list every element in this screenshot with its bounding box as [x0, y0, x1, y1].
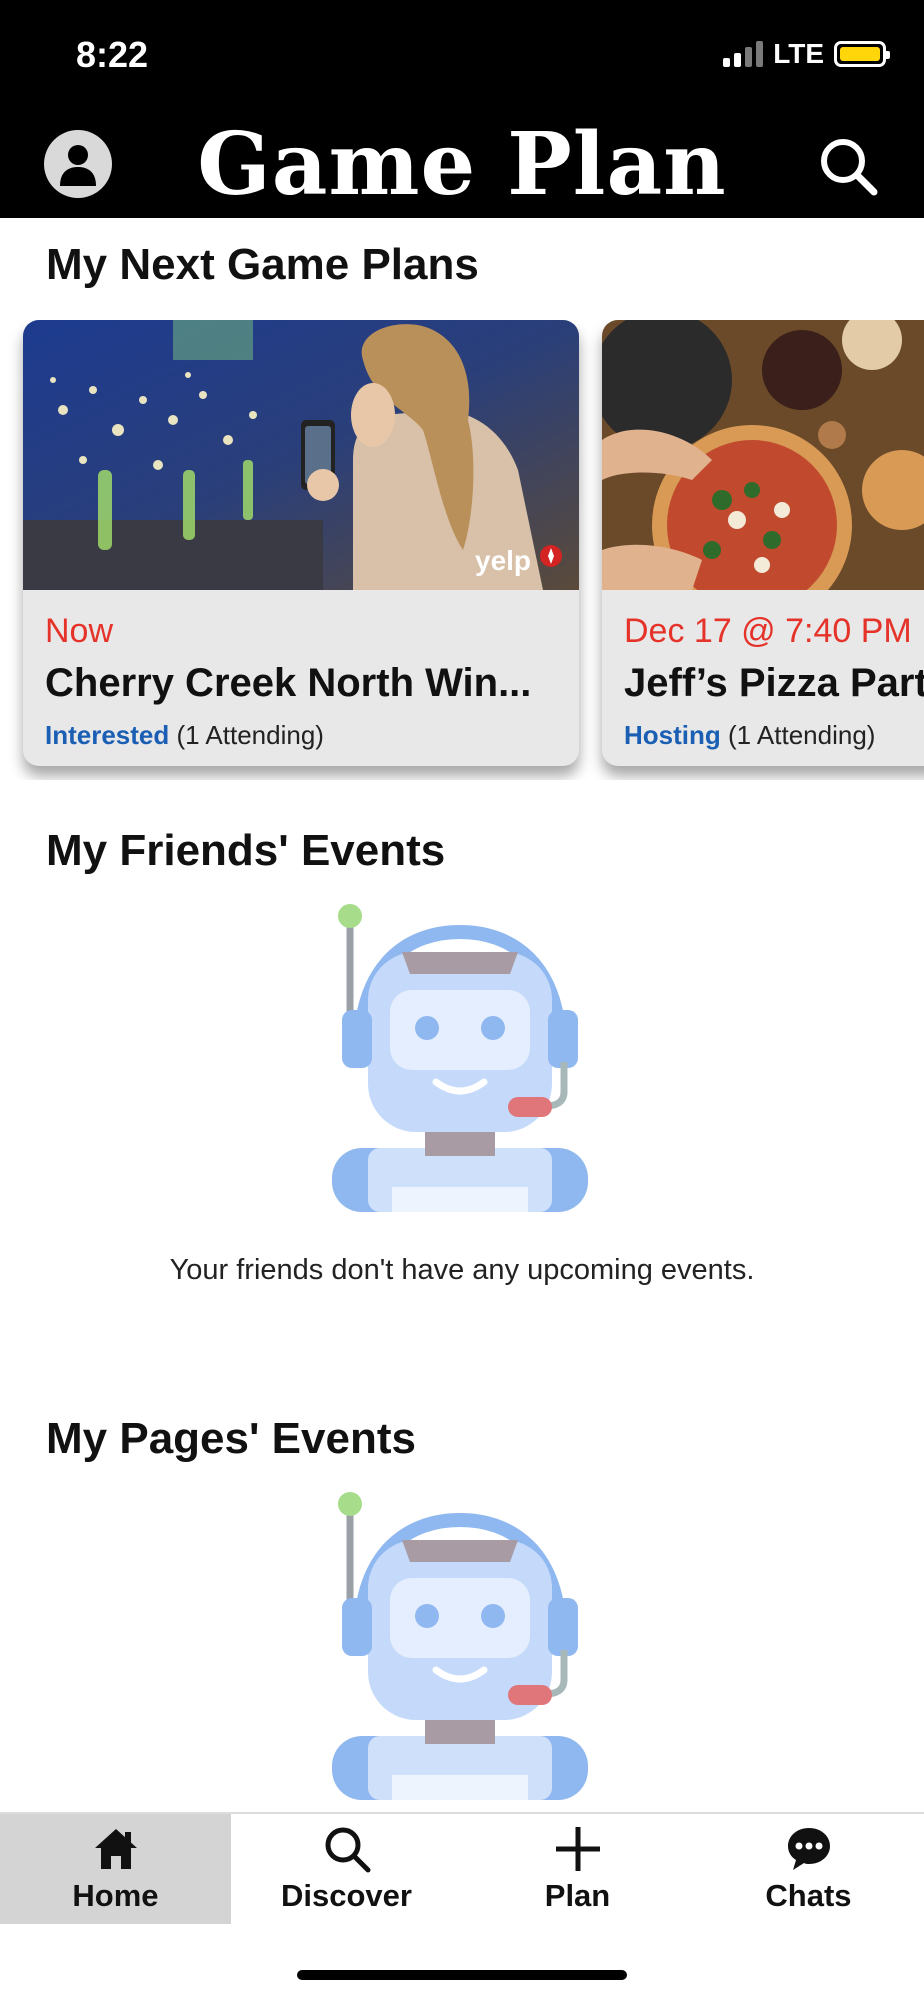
event-date: Dec 17 @ 7:40 PM: [624, 612, 912, 650]
robot-icon: [332, 904, 588, 1212]
tab-home[interactable]: Home: [0, 1814, 231, 1924]
event-status: Interested (1 Attending): [45, 720, 569, 751]
tab-chats[interactable]: Chats: [693, 1814, 924, 1924]
rsvp-status: Hosting: [624, 720, 721, 750]
tab-label: Discover: [281, 1878, 412, 1913]
event-title: Jeff’s Pizza Party: [624, 661, 924, 705]
network-label: LTE: [773, 38, 824, 69]
rsvp-status: Interested: [45, 720, 170, 750]
event-photo: yelp: [23, 320, 579, 590]
tab-plan[interactable]: Plan: [462, 1814, 693, 1924]
search-icon[interactable]: [816, 134, 880, 198]
bottom-tab-bar: Home Discover Plan Chats: [0, 1812, 924, 1924]
attending-count: (1 Attending): [728, 720, 876, 750]
tab-label: Plan: [544, 1878, 611, 1913]
app-header: Game Plan: [0, 110, 924, 218]
status-bar: 8:22 LTE: [0, 0, 924, 110]
section-title-friends-events: My Friends' Events: [46, 826, 446, 875]
friends-empty-message: Your friends don't have any upcoming eve…: [169, 1254, 755, 1286]
app-title: Game Plan: [197, 114, 727, 215]
svg-text:yelp: yelp: [475, 545, 531, 576]
battery-icon: [834, 41, 890, 67]
tab-label: Chats: [765, 1878, 852, 1913]
signal-icon: [723, 41, 764, 67]
home-icon: [94, 1829, 137, 1869]
game-plans-carousel[interactable]: yelp Now Cherry Creek North Win... Inter…: [0, 320, 924, 780]
robot-icon: [332, 1492, 588, 1800]
tab-label: Home: [72, 1878, 159, 1913]
attending-count: (1 Attending): [176, 720, 324, 750]
tab-discover[interactable]: Discover: [231, 1814, 462, 1924]
pages-empty-illustration: [0, 1490, 924, 1802]
section-title-pages-events: My Pages' Events: [46, 1414, 416, 1463]
event-title: Cherry Creek North Win...: [45, 661, 532, 705]
home-indicator: [297, 1970, 627, 1980]
plus-icon: [555, 1827, 600, 1871]
game-plan-card[interactable]: Dec 17 @ 7:40 PM Jeff’s Pizza Party Host…: [602, 320, 924, 766]
game-plan-card[interactable]: yelp Now Cherry Creek North Win... Inter…: [23, 320, 579, 766]
event-date: Now: [45, 612, 114, 650]
section-title-next-game-plans: My Next Game Plans: [46, 240, 479, 289]
event-photo: [602, 320, 924, 590]
search-icon: [325, 1827, 370, 1873]
status-indicators: LTE: [723, 38, 890, 70]
event-status: Hosting (1 Attending): [624, 720, 924, 751]
status-time: 8:22: [76, 34, 149, 75]
chat-bubble-icon: [787, 1828, 830, 1870]
